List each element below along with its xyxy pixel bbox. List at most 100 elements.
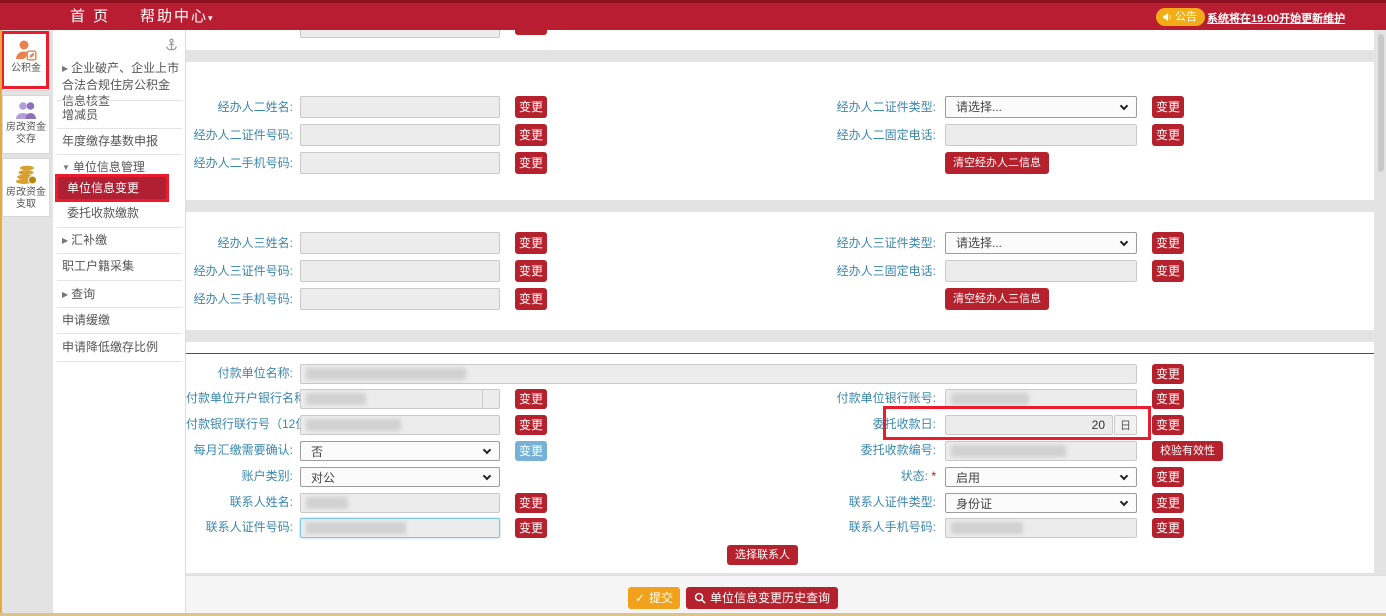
history-query-label: 单位信息变更历史查询 [710,587,830,609]
operator2-section: 经办人二姓名: 变更 经办人二证件号码: 变更 经办人二手机号码: 变更 经办人… [186,62,1374,200]
chevron-down-icon [1120,498,1128,506]
sidebar-item-enterprise-check[interactable]: ▶企业破产、企业上市合法合规住房公积金信息核查 [62,60,180,109]
left-edge-strip [0,30,2,613]
chevron-down-icon [1120,472,1128,480]
payer-bank-name-label: 付款单位开户银行名称: [186,388,293,408]
change-button[interactable]: 变更 [515,260,547,282]
change-button[interactable]: 变更 [515,518,547,538]
operator2-idtype-select[interactable]: 请选择... [945,96,1137,118]
operator2-id-label: 经办人二证件号码: [186,124,293,146]
contact-name-label: 联系人姓名: [186,492,293,512]
sidebar-item-label: 单位信息变更 [67,181,139,195]
submit-button[interactable]: ✓提交 [628,587,680,609]
divider [57,280,182,281]
collection-number-label: 委托收款编号: [746,440,936,460]
search-icon [694,592,706,604]
redacted-value [306,419,401,431]
change-button[interactable]: 变更 [515,415,547,435]
anchor-icon [165,38,178,57]
change-button[interactable]: 变更 [515,232,547,254]
status-label: 状态: * [746,466,936,486]
sidebar-item-apply-lower-ratio[interactable]: 申请降低缴存比例 [62,339,180,355]
selected-value: 请选择... [956,233,1002,253]
sidebar-item-entrusted-collection[interactable]: 委托收款缴款 [67,205,185,221]
operator2-phone-input[interactable] [300,152,500,174]
payer-bank-account-label: 付款单位银行账号: [746,388,936,408]
change-button[interactable]: 变更 [515,288,547,310]
caret-right-icon: ▶ [62,290,68,299]
redacted-value [306,497,348,509]
change-button[interactable]: 变更 [515,124,547,146]
change-button[interactable]: 变更 [1152,493,1184,513]
sidebar-item-query[interactable]: ▶查询 [62,286,180,303]
change-button[interactable]: 变更 [515,152,547,174]
operator3-tel-label: 经办人三固定电话: [746,260,936,282]
validate-button[interactable]: 校验有效性 [1152,441,1223,461]
clear-operator2-button[interactable]: 清空经办人二信息 [945,152,1049,174]
change-button[interactable]: 变更 [1152,124,1184,146]
change-button[interactable]: 变更 [1152,389,1184,409]
operator3-phone-input[interactable] [300,288,500,310]
history-query-button[interactable]: 单位信息变更历史查询 [686,587,838,609]
change-button[interactable]: 变更 [515,389,547,409]
change-button[interactable]: 变更 [1152,260,1184,282]
change-button[interactable] [515,30,547,35]
nav-home[interactable]: 首 页 [70,3,110,30]
operator2-name-input[interactable] [300,96,500,118]
sidebar-item-add-remove-staff[interactable]: 增减员 [62,107,180,123]
change-button[interactable]: 变更 [515,493,547,513]
people-icon [14,101,38,121]
required-asterisk: * [931,469,936,483]
redacted-value [951,393,1029,405]
sidebar-item-label: 申请缓缴 [62,313,110,327]
operator3-tel-input[interactable] [945,260,1137,282]
check-icon: ✓ [635,587,645,609]
sidebar-item-supplementary-pay[interactable]: ▶汇补缴 [62,232,180,249]
caret-down-icon: ▼ [62,163,70,172]
contact-phone-label: 联系人手机号码: [746,517,936,537]
clear-operator3-button[interactable]: 清空经办人三信息 [945,288,1049,310]
sidebar-item-apply-deferral[interactable]: 申请缓缴 [62,312,180,328]
change-button[interactable]: 变更 [515,96,547,118]
change-button[interactable]: 变更 [1152,96,1184,118]
rail-item-provident-fund[interactable]: 公积金 [3,33,49,90]
divider [57,361,182,362]
sidebar-item-label: 汇补缴 [71,233,107,247]
change-button-disabled[interactable]: 变更 [515,441,547,461]
rail-item-housing-reform-deposit[interactable]: 房改资金交存 [3,96,49,153]
nav-help-label: 帮助中心 [140,8,208,25]
operator3-idtype-select[interactable]: 请选择... [945,232,1137,254]
announcement-badge: 公告 [1156,8,1205,26]
operator3-id-input[interactable] [300,260,500,282]
sidebar-item-annual-base-declare[interactable]: 年度缴存基数申报 [62,133,180,149]
scrollbar-thumb[interactable] [1378,34,1384,172]
sidebar-item-label: 申请降低缴存比例 [62,340,158,354]
change-button[interactable]: 变更 [1152,232,1184,254]
maintenance-notice-link[interactable]: 系统将在19:00开始更新维护 [1207,10,1345,26]
selected-value: 对公 [311,468,335,488]
account-type-select[interactable]: 对公 [300,467,500,487]
change-button[interactable]: 变更 [1152,364,1184,384]
clipped-input[interactable] [300,30,500,38]
contact-idtype-select[interactable]: 身份证 [945,493,1137,513]
sidebar-item-unit-info-change[interactable]: 单位信息变更 [57,177,169,200]
operator2-id-input[interactable] [300,124,500,146]
monthly-confirm-select[interactable]: 否 [300,441,500,461]
redacted-value [951,522,1023,534]
sidebar-item-label: 单位信息管理 [73,160,145,174]
sidebar-item-unit-info-mgmt[interactable]: ▼单位信息管理 [62,159,180,176]
rail-item-housing-reform-withdraw[interactable]: 房改资金支取 [3,159,49,216]
chevron-down-icon [1120,238,1128,246]
operator2-tel-input[interactable] [945,124,1137,146]
nav-help-center[interactable]: 帮助中心▾ [140,3,213,30]
change-button[interactable]: 变更 [1152,415,1184,435]
sidebar-item-staff-household-collect[interactable]: 职工户籍采集 [62,258,180,274]
chevron-down-icon: ▾ [208,13,213,23]
change-button[interactable]: 变更 [1152,518,1184,538]
change-button[interactable]: 变更 [1152,467,1184,487]
collection-day-label: 委托收款日: [746,414,936,434]
operator3-name-input[interactable] [300,232,500,254]
pick-contact-button[interactable]: 选择联系人 [727,545,798,565]
status-select[interactable]: 启用 [945,467,1137,487]
rail-item-label: 房改资金支取 [3,187,49,214]
